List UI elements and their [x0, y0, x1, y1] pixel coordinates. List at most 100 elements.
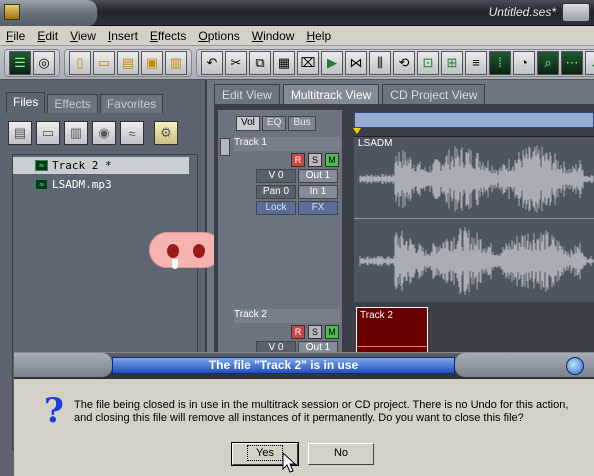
split-icon[interactable]: ⫼ [369, 50, 391, 75]
tab-effects[interactable]: Effects [47, 94, 98, 113]
paste-icon[interactable]: ▦ [273, 50, 295, 75]
title-bar-left-cap [0, 0, 98, 26]
tab-files[interactable]: Files [6, 92, 46, 113]
save-all-icon[interactable]: ▥ [165, 50, 187, 75]
track-2-mute-button[interactable]: M [325, 325, 339, 339]
play-file-icon[interactable]: ◉ [92, 121, 116, 145]
edit-file-icon[interactable]: ≈ [120, 121, 144, 145]
trim-icon[interactable]: ⌧ [297, 50, 319, 75]
options-icon[interactable]: ⚙ [154, 121, 178, 145]
title-bar: Untitled.ses* [0, 0, 594, 26]
track-2-name[interactable]: Track 2 [234, 309, 340, 323]
menu-bar: File Edit View Insert Effects Options Wi… [0, 26, 594, 46]
menu-effects[interactable]: Effects [144, 29, 192, 43]
track-1-lock-button[interactable]: Lock [256, 201, 296, 215]
waveform-channel-1 [359, 145, 594, 213]
no-button-label: No [333, 447, 349, 459]
open-file-icon[interactable]: ▤ [8, 121, 32, 145]
list-item[interactable]: ≈ LSADM.mp3 [13, 176, 197, 193]
track-1-volume[interactable]: V 0 [256, 169, 296, 183]
open-folder-icon[interactable]: ▭ [93, 50, 115, 75]
drip [172, 259, 178, 269]
no-button[interactable]: No [308, 443, 374, 465]
track-2-record-button[interactable]: R [291, 325, 305, 339]
multitrack-view-icon[interactable]: ☰ [9, 50, 31, 75]
new-file-icon[interactable]: ▯ [69, 50, 91, 75]
tab-edit-view[interactable]: Edit View [214, 84, 280, 104]
window-title: Untitled.ses* [488, 5, 556, 19]
mix-icon[interactable]: ⋈ [345, 50, 367, 75]
view-mode-group: ≈ ☰ ◎ [4, 48, 594, 348]
menu-help[interactable]: Help [300, 29, 337, 43]
track-panel-tabs: Vol EQ Bus [236, 116, 318, 131]
play-icon[interactable]: ▶ [321, 50, 343, 75]
import-icon[interactable]: ▭ [36, 121, 60, 145]
hybrid-tool-icon[interactable]: ➚ [585, 50, 594, 75]
volume-envelope[interactable] [357, 346, 427, 347]
edit-group: ↶ ✂ ⧉ ▦ ⌧ ▶ ⋈ ⫼ ⟲ ⊡ ⊞ ≡ ⁞ ◔ ⌕ ⋯ ➚ [196, 48, 594, 77]
playhead-marker[interactable] [353, 128, 361, 134]
snap-icon[interactable]: ⁞ [489, 50, 511, 75]
close-icon[interactable] [566, 357, 584, 375]
files-toolbar: ▤ ▭ ▥ ◉ ≈ ⚙ [8, 118, 198, 148]
track-1-fx-button[interactable]: FX [298, 201, 338, 215]
track-2-solo-button[interactable]: S [308, 325, 322, 339]
app-menu-icon[interactable] [4, 4, 20, 20]
main-toolbar: ≈ ☰ ◎ ▯ ▭ ▤ ▣ ▥ ↶ ✂ ⧉ ▦ ⌧ ▶ ⋈ ⫼ ⟲ ⊡ ⊞ ≡ … [0, 46, 594, 348]
timeline-ruler[interactable] [354, 112, 594, 128]
track-1-input[interactable]: In 1 [298, 185, 338, 199]
tab-multitrack-view[interactable]: Multitrack View [282, 84, 380, 104]
tab-eq[interactable]: EQ [261, 116, 287, 131]
time-select-icon[interactable]: ◔ [513, 50, 535, 75]
dialog-message-line-1: The file being closed is in use in the m… [74, 399, 569, 411]
track-1-mute-button[interactable]: M [325, 153, 339, 167]
tab-vol[interactable]: Vol [236, 116, 260, 131]
track-1-pan[interactable]: Pan 0 [256, 185, 296, 199]
menu-options[interactable]: Options [192, 29, 245, 43]
open-session-icon[interactable]: ▤ [117, 50, 139, 75]
track-1-record-button[interactable]: R [291, 153, 305, 167]
envelope-icon[interactable]: ⋯ [561, 50, 583, 75]
yes-button-label: Yes [247, 445, 283, 461]
track-1-output[interactable]: Out 1 [298, 169, 338, 183]
tab-bus[interactable]: Bus [288, 116, 316, 131]
zoom-icon[interactable]: ⌕ [537, 50, 559, 75]
window-controls[interactable] [562, 3, 590, 22]
menu-view[interactable]: View [64, 29, 102, 43]
cd-project-icon[interactable]: ◎ [33, 50, 55, 75]
menu-insert[interactable]: Insert [102, 29, 144, 43]
nostril-right [193, 244, 205, 258]
question-icon: ? [44, 391, 64, 431]
track-2-clip[interactable]: Track 2 [356, 307, 428, 353]
menu-edit[interactable]: Edit [31, 29, 64, 43]
track-1-waveform[interactable] [354, 136, 594, 302]
menu-file[interactable]: File [0, 29, 31, 43]
waveform-icon: ≈ [35, 160, 48, 171]
undo-icon[interactable]: ↶ [201, 50, 223, 75]
tab-cd-project-view[interactable]: CD Project View [382, 84, 486, 104]
channel-divider [354, 218, 594, 219]
file-group: ▯ ▭ ▤ ▣ ▥ [64, 48, 192, 77]
track-1-solo-button[interactable]: S [308, 153, 322, 167]
track-1-name[interactable]: Track 1 [234, 137, 340, 151]
align-icon[interactable]: ≡ [465, 50, 487, 75]
copy-icon[interactable]: ⧉ [249, 50, 271, 75]
lock-icon[interactable]: ⊡ [417, 50, 439, 75]
menu-window[interactable]: Window [246, 29, 301, 43]
loop-icon[interactable]: ⟲ [393, 50, 415, 75]
cursor-icon [282, 452, 296, 473]
file-name: Track 2 * [52, 159, 112, 172]
tab-favorites[interactable]: Favorites [99, 94, 164, 113]
organizer-tabs: Files Effects Favorites [6, 92, 165, 113]
list-item[interactable]: ≈ Track 2 * [13, 157, 189, 174]
dialog-title: The file "Track 2" is in use [112, 357, 455, 374]
waveform-channel-2 [359, 227, 594, 295]
cut-icon[interactable]: ✂ [225, 50, 247, 75]
waveform-graphic [359, 145, 594, 295]
close-file-icon[interactable]: ▥ [64, 121, 88, 145]
file-in-use-dialog: The file "Track 2" is in use ? The file … [14, 352, 594, 476]
save-icon[interactable]: ▣ [141, 50, 163, 75]
track-2-clip-label: Track 2 [360, 310, 393, 321]
group-icon[interactable]: ⊞ [441, 50, 463, 75]
vertical-scroll-thumb[interactable] [220, 138, 230, 156]
